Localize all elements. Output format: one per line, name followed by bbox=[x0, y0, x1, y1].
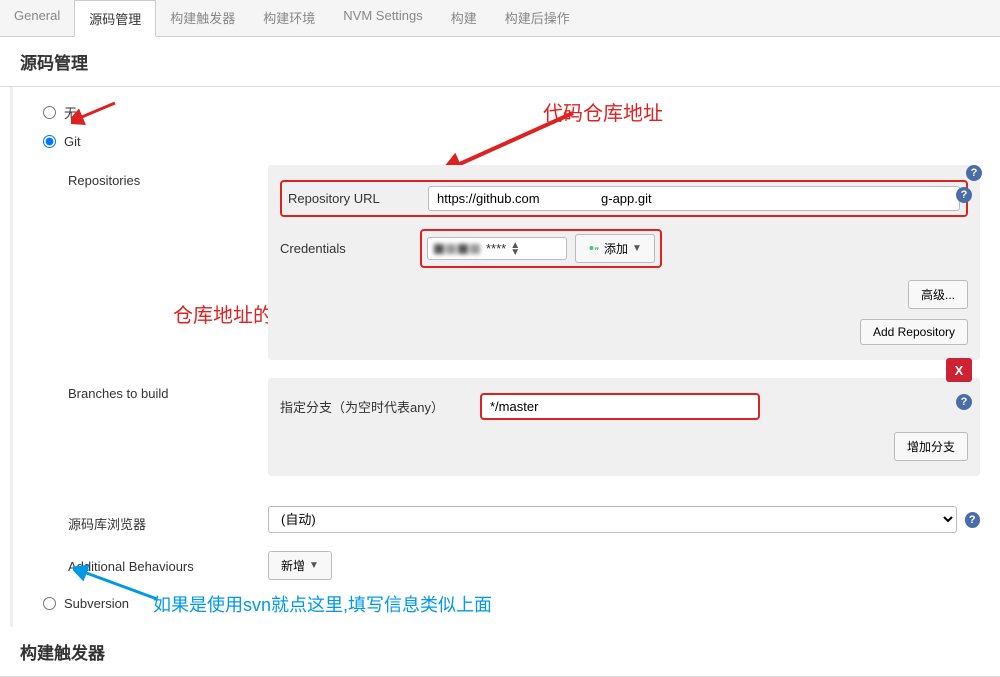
add-repository-button[interactable]: Add Repository bbox=[860, 319, 968, 345]
repo-buttons-right: 高级... bbox=[280, 280, 968, 309]
repo-buttons-right2: Add Repository bbox=[280, 319, 968, 345]
scm-section-title: 源码管理 bbox=[0, 37, 1000, 87]
tab-nvm[interactable]: NVM Settings bbox=[329, 0, 436, 36]
repo-url-row: Repository URL bbox=[280, 180, 968, 217]
repo-browser-select[interactable]: (自动) bbox=[268, 506, 957, 533]
scm-svn-label: Subversion bbox=[64, 596, 129, 611]
branch-spec-label: 指定分支（为空时代表any） bbox=[280, 397, 480, 416]
repositories-label: Repositories bbox=[68, 165, 268, 188]
branches-row: Branches to build X ? 指定分支（为空时代表any） 增加分… bbox=[68, 378, 980, 476]
caret-down-icon: ▼ bbox=[309, 560, 319, 571]
scm-svn-row[interactable]: Subversion bbox=[43, 590, 980, 617]
updown-icon: ▲▼ bbox=[510, 242, 520, 256]
branch-spec-row: 指定分支（为空时代表any） bbox=[280, 393, 968, 420]
repositories-row: Repositories ? Repository URL Credential… bbox=[68, 165, 980, 360]
branches-panel: X ? 指定分支（为空时代表any） 增加分支 bbox=[268, 378, 980, 476]
delete-branch-button[interactable]: X bbox=[946, 358, 972, 382]
tab-general[interactable]: General bbox=[0, 0, 74, 36]
tab-post[interactable]: 构建后操作 bbox=[491, 0, 584, 36]
browser-label: 源码库浏览器 bbox=[68, 506, 268, 533]
behaviours-label: Additional Behaviours bbox=[68, 551, 268, 574]
add-credentials-button[interactable]: 添加 ▼ bbox=[575, 234, 655, 263]
help-icon[interactable]: ? bbox=[965, 512, 980, 528]
add-behaviour-label: 新增 bbox=[281, 557, 305, 574]
key-icon bbox=[588, 243, 600, 255]
scm-git-label: Git bbox=[64, 134, 81, 149]
scm-svn-radio[interactable] bbox=[43, 597, 56, 610]
add-branch-button[interactable]: 增加分支 bbox=[894, 432, 968, 461]
credentials-row: Credentials **** ▲▼ 添加 ▼ bbox=[280, 229, 968, 268]
behaviours-row: Additional Behaviours 新增 ▼ bbox=[68, 551, 980, 580]
tab-triggers[interactable]: 构建触发器 bbox=[156, 0, 249, 36]
help-icon[interactable]: ? bbox=[966, 165, 982, 181]
credentials-select[interactable]: **** ▲▼ bbox=[427, 237, 567, 260]
scm-section-body: 代码仓库地址 仓库地址的账号密码(我是使用github) 选择对哪个分支部署 如… bbox=[10, 87, 1000, 627]
credentials-masked: **** bbox=[486, 241, 506, 256]
browser-row: 源码库浏览器 (自动) ? bbox=[68, 506, 980, 533]
caret-down-icon: ▼ bbox=[632, 243, 642, 254]
add-credentials-label: 添加 bbox=[604, 240, 628, 257]
credentials-label: Credentials bbox=[280, 241, 420, 256]
repo-url-label: Repository URL bbox=[288, 191, 428, 206]
repositories-panel: ? Repository URL Credentials **** ▲▼ bbox=[268, 165, 980, 360]
add-behaviour-button[interactable]: 新增 ▼ bbox=[268, 551, 332, 580]
credentials-value-obscured bbox=[434, 244, 480, 254]
branches-label: Branches to build bbox=[68, 378, 268, 401]
tab-scm[interactable]: 源码管理 bbox=[74, 0, 156, 37]
branch-spec-input[interactable] bbox=[480, 393, 760, 420]
git-config-block: Repositories ? Repository URL Credential… bbox=[68, 165, 980, 580]
scm-none-label: 无 bbox=[64, 103, 77, 122]
config-tabs: General 源码管理 构建触发器 构建环境 NVM Settings 构建 … bbox=[0, 0, 1000, 37]
tab-env[interactable]: 构建环境 bbox=[249, 0, 329, 36]
scm-none-row[interactable]: 无 bbox=[43, 97, 980, 128]
branch-buttons-right: 增加分支 bbox=[280, 432, 968, 461]
scm-git-radio[interactable] bbox=[43, 135, 56, 148]
help-icon[interactable]: ? bbox=[956, 187, 972, 203]
scm-git-row[interactable]: Git bbox=[43, 128, 980, 155]
advanced-button[interactable]: 高级... bbox=[908, 280, 968, 309]
repo-url-input[interactable] bbox=[428, 186, 960, 211]
triggers-section-title: 构建触发器 bbox=[0, 627, 1000, 677]
tab-build[interactable]: 构建 bbox=[437, 0, 491, 36]
help-icon[interactable]: ? bbox=[956, 394, 972, 410]
scm-none-radio[interactable] bbox=[43, 106, 56, 119]
